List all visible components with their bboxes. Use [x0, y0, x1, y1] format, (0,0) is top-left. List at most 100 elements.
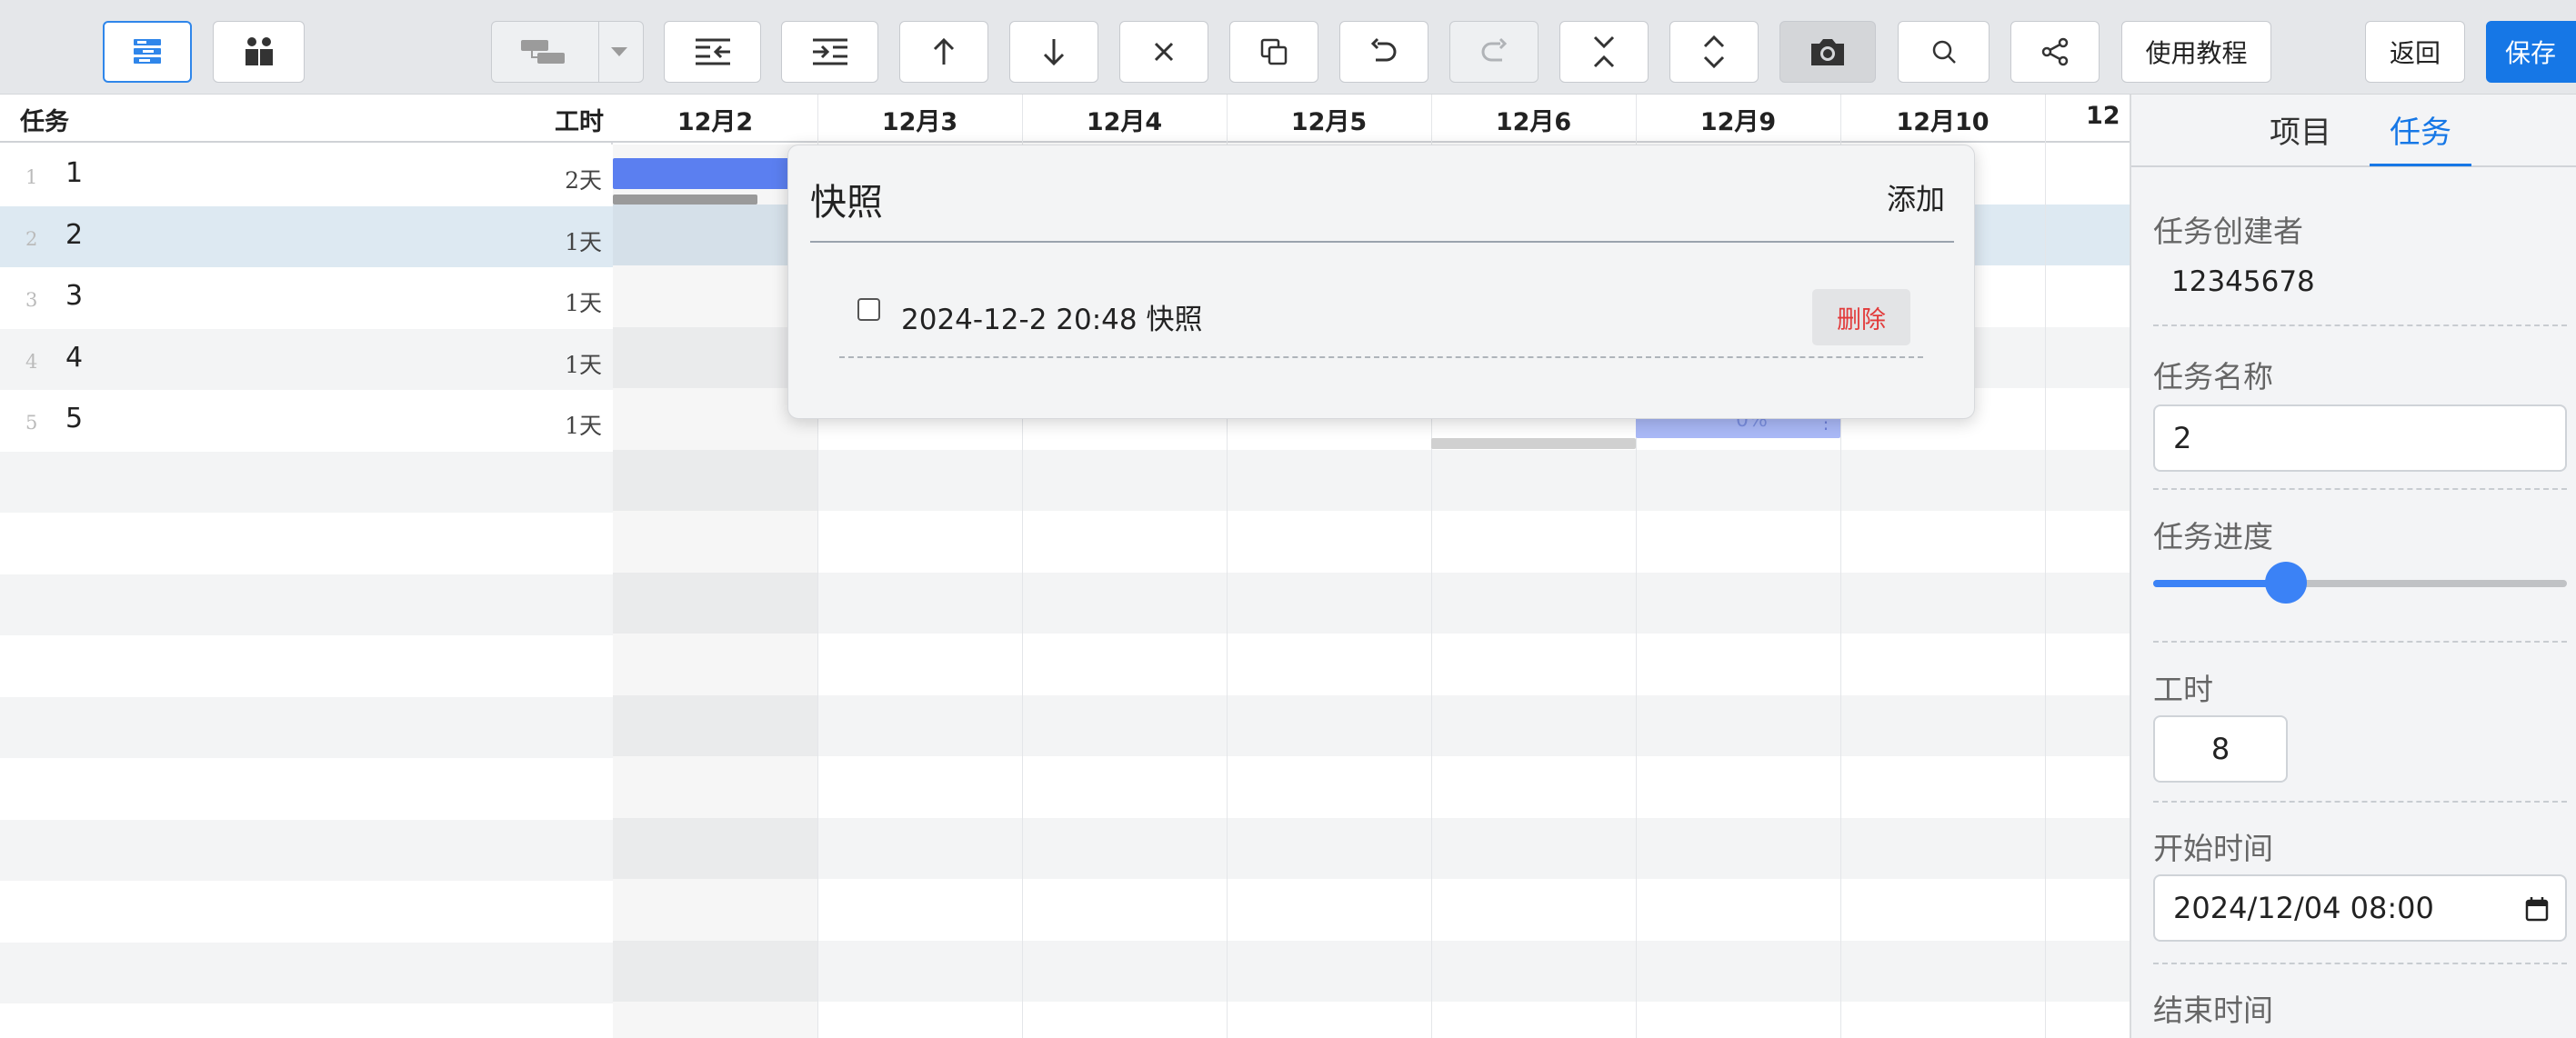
save-button[interactable]: 保存 — [2486, 21, 2576, 83]
collapse-all-button[interactable] — [1559, 21, 1649, 83]
share-icon — [2041, 37, 2069, 66]
row-number: 5 — [25, 412, 38, 434]
task-bar-1[interactable] — [613, 158, 790, 189]
toolbar: 使用教程 返回 保存 — [0, 0, 2576, 95]
work-hours-input[interactable]: 8 — [2153, 715, 2288, 783]
close-icon — [1154, 42, 1174, 62]
progress-label: 任务进度 — [2153, 519, 2273, 554]
divider — [2153, 324, 2567, 326]
grid-header: 任务 工时 — [0, 95, 613, 143]
delete-snapshot-button[interactable]: 删除 — [1812, 289, 1910, 345]
link-type-select[interactable] — [491, 21, 644, 83]
add-snapshot-button[interactable]: 添加 — [1887, 176, 1945, 218]
timeline-header-divider — [1022, 95, 1023, 143]
start-time-value: 2024/12/04 08:00 — [2173, 891, 2434, 925]
table-row[interactable]: 2 2 1天 — [0, 206, 613, 268]
share-button[interactable] — [2010, 21, 2100, 83]
timeline-date: 12月9 — [1699, 108, 1777, 136]
task-duration: 1天 — [565, 351, 602, 378]
grid-row-background — [0, 513, 613, 574]
header-work: 工时 — [555, 108, 604, 136]
timeline-date: 12 — [2086, 102, 2120, 130]
indent-button[interactable] — [781, 21, 878, 83]
outdent-button[interactable] — [664, 21, 761, 83]
timeline-header: 12月2 12月3 12月4 12月5 12月6 12月9 12月10 12 — [613, 95, 2130, 143]
row-number: 1 — [25, 166, 38, 188]
timeline-header-divider — [1840, 95, 1841, 143]
end-time-label: 结束时间 — [2153, 993, 2273, 1028]
grid-row-background — [0, 819, 613, 881]
table-row[interactable]: 3 3 1天 — [0, 267, 613, 329]
timeline-row-background — [613, 449, 2130, 511]
gantt-app: 使用教程 返回 保存 任务 工时 1 1 2天 2 2 1天 3 3 1天 4 4 1天 5 5 1天 12… — [0, 0, 2576, 1038]
creator-label: 任务创建者 — [2153, 214, 2303, 249]
snapshot-button[interactable] — [1779, 21, 1876, 83]
outdent-icon — [695, 38, 730, 65]
header-task: 任务 — [20, 108, 69, 136]
timeline-header-divider — [1227, 95, 1228, 143]
table-row[interactable]: 5 5 1天 — [0, 390, 613, 452]
timeline-row-background — [613, 511, 2130, 573]
members-icon — [245, 37, 273, 65]
timeline-row-background — [613, 817, 2130, 879]
move-up-button[interactable] — [899, 21, 988, 83]
work-label: 工时 — [2153, 672, 2213, 707]
grid-row-background — [0, 881, 613, 943]
timeline-header-divider — [2045, 95, 2046, 143]
task-duration: 1天 — [565, 413, 602, 439]
task-name: 4 — [65, 341, 84, 374]
timeline-date: 12月10 — [1896, 108, 1990, 136]
snapshot-item: 2024-12-2 20:48 快照 删除 — [839, 282, 1923, 358]
undo-button[interactable] — [1339, 21, 1428, 83]
back-button[interactable]: 返回 — [2365, 21, 2465, 83]
list-view-button[interactable] — [103, 21, 192, 83]
copy-button[interactable] — [1229, 21, 1318, 83]
grid-row-background — [0, 635, 613, 697]
task-name: 3 — [65, 280, 84, 312]
timeline-date: 12月4 — [1086, 108, 1163, 136]
start-time-input[interactable]: 2024/12/04 08:00 — [2153, 874, 2567, 942]
timeline-row-background — [613, 634, 2130, 695]
progress-slider-thumb[interactable] — [2264, 562, 2307, 604]
tutorial-button[interactable]: 使用教程 — [2121, 21, 2271, 83]
table-row[interactable]: 4 4 1天 — [0, 329, 613, 391]
timeline-header-divider — [1636, 95, 1637, 143]
timeline-row-background — [613, 694, 2130, 756]
chevron-down-icon[interactable] — [608, 44, 630, 60]
move-down-button[interactable] — [1009, 21, 1098, 83]
timeline-gridline — [2045, 143, 2046, 1038]
task-duration: 2天 — [565, 167, 602, 194]
grid-row-background — [0, 574, 613, 635]
task-name-input[interactable]: 2 — [2153, 404, 2567, 472]
creator-value: 12345678 — [2171, 265, 2315, 298]
snapshot-label: 2024-12-2 20:48 快照 — [901, 304, 1203, 336]
search-button[interactable] — [1898, 21, 1990, 83]
progress-slider[interactable] — [2153, 562, 2567, 604]
popup-divider — [810, 241, 1954, 243]
divider — [2153, 801, 2567, 803]
members-button[interactable] — [213, 21, 305, 83]
table-row[interactable]: 1 1 2天 — [0, 145, 613, 206]
start-time-label: 开始时间 — [2153, 831, 2273, 866]
task-name: 5 — [65, 403, 84, 434]
task-name: 1 — [65, 157, 84, 189]
calendar-icon[interactable] — [2525, 896, 2549, 922]
timeline-row-background — [613, 572, 2130, 634]
snapshot-checkbox[interactable] — [857, 298, 880, 321]
tab-task[interactable]: 任务 — [2390, 107, 2451, 152]
expand-all-button[interactable] — [1669, 21, 1759, 83]
panel-tabs: 项目 任务 — [2131, 95, 2576, 167]
task-name: 2 — [65, 218, 84, 251]
undo-icon — [1370, 37, 1397, 62]
grid-row-background — [0, 451, 613, 513]
timeline-date: 12月6 — [1495, 108, 1572, 136]
task-name-label: 任务名称 — [2153, 359, 2273, 394]
timeline-date: 12月5 — [1290, 108, 1368, 136]
timeline-row-background — [613, 1002, 2130, 1038]
delete-task-button[interactable] — [1119, 21, 1208, 83]
row-number: 4 — [25, 350, 38, 373]
tab-project[interactable]: 项目 — [2270, 107, 2331, 152]
baseline-bar-5 — [1431, 438, 1636, 449]
redo-button[interactable] — [1449, 21, 1539, 83]
timeline-header-divider — [1431, 95, 1432, 143]
